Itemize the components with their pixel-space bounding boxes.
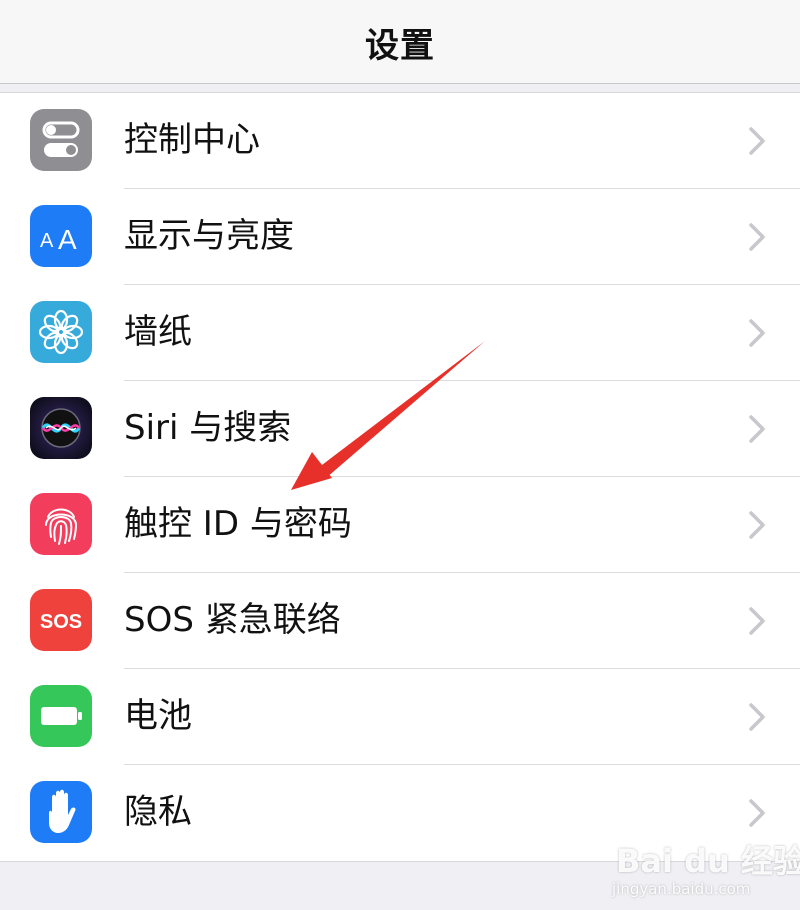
settings-row-emergency-sos[interactable]: SOS SOS 紧急联络 [0,573,800,669]
fingerprint-icon [30,493,92,555]
svg-text:A: A [58,224,77,255]
settings-row-siri-search[interactable]: Siri 与搜索 [0,381,800,477]
settings-row-label: 触控 ID 与密码 [124,504,352,544]
settings-row-touch-id-passcode[interactable]: 触控 ID 与密码 [0,477,800,573]
watermark-url: jingyan.baidu.com [612,880,751,898]
chevron-right-icon [749,607,765,635]
settings-row-battery[interactable]: 电池 [0,669,800,765]
settings-row-label: Siri 与搜索 [124,408,292,448]
settings-row-label: 电池 [124,696,192,736]
settings-row-control-center[interactable]: 控制中心 [0,93,800,189]
settings-row-label: SOS 紧急联络 [124,600,341,640]
privacy-hand-icon [30,781,92,843]
settings-row-display-brightness[interactable]: A A 显示与亮度 [0,189,800,285]
watermark-brand: Bai du 经验 [616,842,800,880]
siri-icon [30,397,92,459]
settings-row-label: 墙纸 [124,312,192,352]
chevron-right-icon [749,703,765,731]
wallpaper-icon [30,301,92,363]
chevron-right-icon [749,511,765,539]
control-center-icon [30,109,92,171]
settings-row-label: 显示与亮度 [124,216,294,256]
display-brightness-icon: A A [30,205,92,267]
navigation-bar: 设置 [0,0,800,84]
page-title: 设置 [365,26,435,66]
settings-row-wallpaper[interactable]: 墙纸 [0,285,800,381]
chevron-right-icon [749,415,765,443]
sos-icon-text: SOS [40,611,82,633]
chevron-right-icon [749,319,765,347]
chevron-right-icon [749,127,765,155]
watermark: Bai du 经验 jingyan.baidu.com [610,826,800,906]
settings-screen: 设置 控制中心 A A 显示与亮度 墙纸 Siri 与搜索 触控 ID 与密码 … [0,0,800,910]
settings-row-label: 隐私 [124,792,192,832]
sos-icon: SOS [30,589,92,651]
chevron-right-icon [749,223,765,251]
settings-list: 控制中心 A A 显示与亮度 墙纸 Siri 与搜索 触控 ID 与密码 SOS… [0,92,800,862]
settings-row-label: 控制中心 [124,120,260,160]
svg-text:A: A [40,230,54,252]
battery-icon [30,685,92,747]
